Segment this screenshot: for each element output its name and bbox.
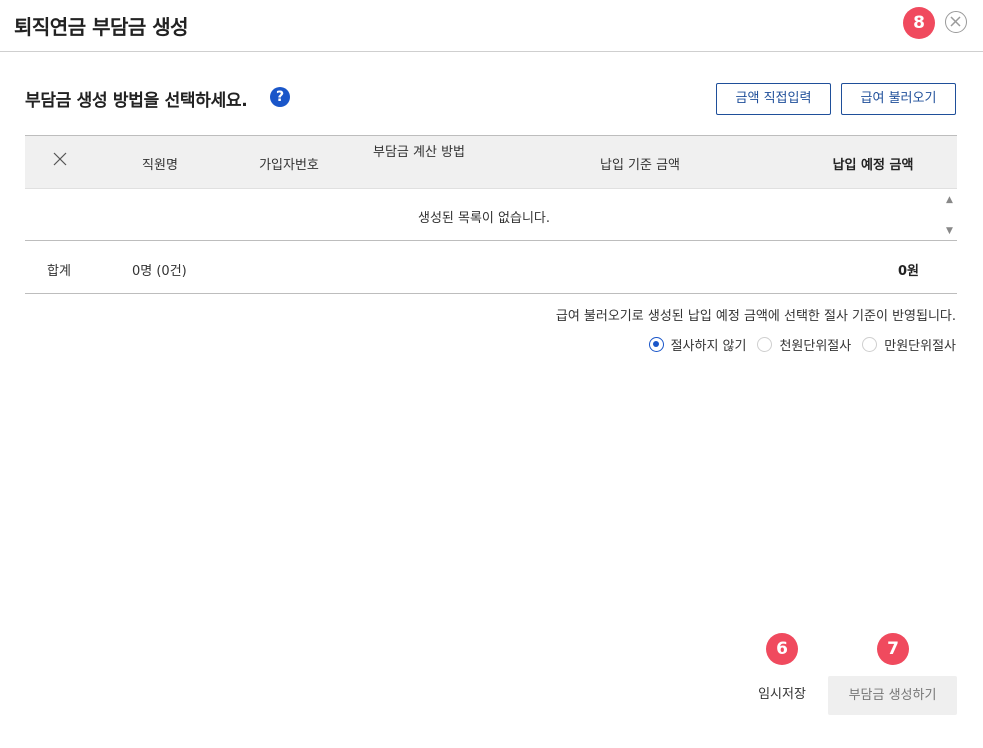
create-contribution-button[interactable]: 부담금 생성하기 [828, 676, 957, 715]
radio-button[interactable] [862, 336, 878, 352]
radio-no-rounding[interactable]: 절사하지 않기 [648, 335, 747, 354]
radio-ten-thousand-rounding[interactable]: 만원단위절사 [862, 335, 956, 354]
radio-button[interactable] [757, 336, 773, 352]
scroll-down-icon[interactable]: ▼ [946, 226, 953, 236]
column-header-calc-method: 부담금 계산 방법 [373, 145, 465, 160]
rounding-radio-group: 절사하지 않기 천원단위절사 만원단위절사 [638, 334, 956, 354]
column-header-member-number: 가입자번호 [259, 158, 319, 173]
rounding-notice: 급여 불러오기로 생성된 납입 예정 금액에 선택한 절사 기준이 반영됩니다. [555, 309, 956, 324]
method-title: 부담금 생성 방법을 선택하세요. [25, 91, 248, 111]
column-header-name: 직원명 [142, 158, 178, 173]
scroll-up-icon[interactable]: ▲ [946, 195, 953, 205]
total-label: 합계 [47, 264, 71, 279]
direct-input-button[interactable]: 금액 직접입력 [716, 83, 831, 115]
column-header-planned-amount: 납입 예정 금액 [832, 158, 914, 173]
total-amount: 0원 [897, 264, 919, 279]
clear-all-icon[interactable] [51, 152, 69, 170]
table-footer: 합계 0명 (0건) 0원 [25, 241, 957, 294]
dialog-header: 퇴직연금 부담금 생성 8 [0, 0, 983, 52]
dialog-title: 퇴직연금 부담금 생성 [14, 15, 189, 39]
step-badge-temp-save: 6 [766, 633, 798, 665]
radio-thousand-rounding[interactable]: 천원단위절사 [757, 335, 851, 354]
radio-label: 만원단위절사 [884, 338, 956, 354]
help-icon[interactable]: ? [270, 87, 290, 107]
close-icon [950, 16, 961, 27]
radio-label: 절사하지 않기 [670, 338, 747, 354]
radio-button-checked[interactable] [648, 336, 664, 352]
table-body: 생성된 목록이 없습니다. ▲ ▼ [25, 188, 957, 241]
temp-save-button[interactable]: 임시저장 [745, 676, 819, 714]
empty-message: 생성된 목록이 없습니다. [418, 211, 550, 226]
column-header-base-amount: 납입 기준 금액 [599, 158, 681, 173]
step-badge-close: 8 [903, 7, 935, 39]
radio-label: 천원단위절사 [779, 338, 852, 354]
step-badge-create: 7 [877, 633, 909, 665]
table-header: 직원명 가입자번호 부담금 계산 방법 납입 기준 금액 납입 예정 금액 [25, 135, 957, 188]
close-button[interactable] [945, 11, 967, 33]
total-count: 0명 (0건) [132, 264, 187, 279]
load-salary-button[interactable]: 급여 불러오기 [841, 83, 956, 115]
